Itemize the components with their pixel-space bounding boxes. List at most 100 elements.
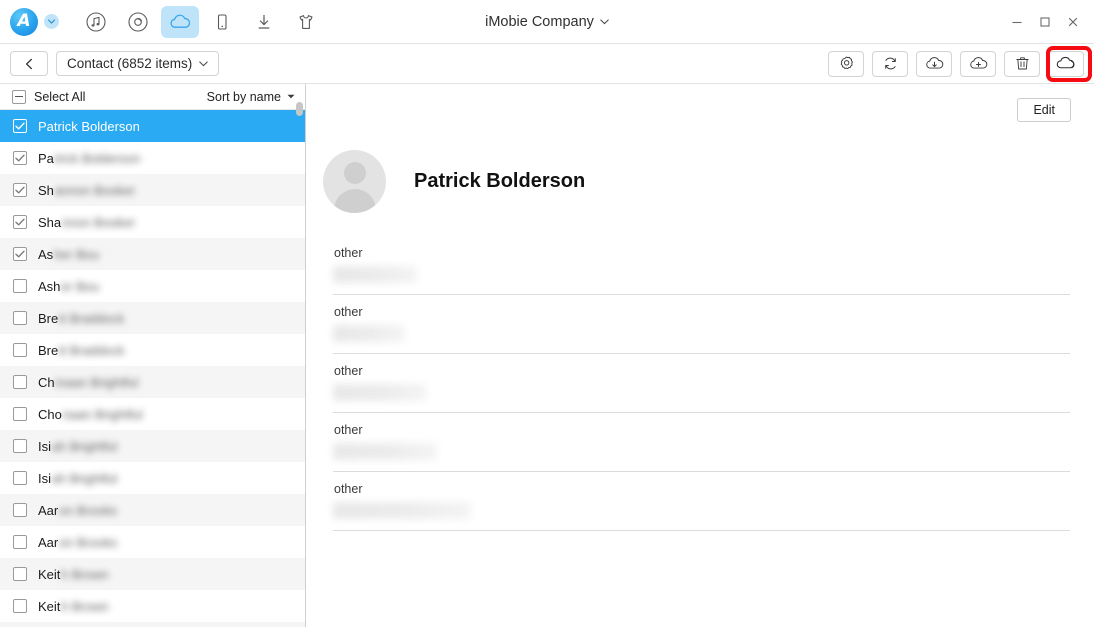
minimize-button[interactable] — [1004, 9, 1030, 35]
contact-header: Patrick Bolderson — [323, 150, 585, 213]
contact-list-item[interactable]: Shannon Booker — [0, 206, 305, 238]
contact-checkbox[interactable] — [13, 151, 27, 165]
contact-name-label: Patrick Bolderson — [38, 150, 141, 166]
imobie-anytrans-window: A iMobie Company Contact (6852 items) Se… — [0, 0, 1094, 627]
contact-checkbox[interactable] — [13, 215, 27, 229]
select-all-label: Select All — [34, 89, 86, 104]
contact-checkbox[interactable] — [13, 471, 27, 485]
contact-name: Patrick Bolderson — [414, 170, 586, 192]
contact-name-label: Aar on Brooks — [38, 502, 118, 518]
contact-list-item[interactable]: Shannon Booker — [0, 174, 305, 206]
contact-list-item[interactable]: Patrick Bolderson — [0, 142, 305, 174]
select-all-checkbox[interactable] — [12, 89, 26, 104]
contact-checkbox[interactable] — [13, 119, 27, 133]
contact-field-label: other — [334, 364, 363, 378]
contact-rows[interactable]: Patrick Bolderson Pa trick Bolderson Sh anno… — [0, 110, 305, 627]
tab-photos[interactable] — [119, 6, 157, 38]
contact-field: other — [333, 413, 1070, 472]
contact-list-item[interactable]: Keith Brown — [0, 558, 305, 590]
sort-caret-down-icon — [287, 94, 295, 99]
cloud-download-button[interactable] — [916, 50, 952, 77]
contact-list-scrollbar-thumb[interactable] — [296, 102, 303, 116]
contact-list-item[interactable]: Aar on Brooks — [0, 526, 305, 558]
contact-list-item[interactable]: Patrick Bolderson — [0, 110, 305, 142]
contact-list-item[interactable]: Ch inaan Brightful — [0, 366, 305, 398]
back-button[interactable] — [10, 51, 48, 76]
contact-field-label: other — [334, 482, 363, 496]
contact-list-scrollbar[interactable] — [296, 84, 304, 627]
contact-name-label: Shannon Booker — [38, 214, 136, 230]
contact-checkbox[interactable] — [13, 311, 27, 325]
contact-list-item[interactable]: Keith Brown — [0, 622, 305, 627]
title-chevron-down-icon[interactable] — [600, 18, 609, 25]
tab-music[interactable] — [77, 6, 115, 38]
tab-download[interactable] — [245, 6, 283, 38]
delete-button[interactable] — [1004, 50, 1040, 77]
breadcrumb-chevron-down-icon — [199, 60, 209, 66]
contact-checkbox[interactable] — [13, 535, 27, 549]
close-button[interactable] — [1060, 9, 1086, 35]
action-buttons — [828, 44, 1084, 83]
contact-checkbox[interactable] — [13, 599, 27, 613]
cloud-upload-button[interactable] — [960, 50, 996, 77]
contact-checkbox[interactable] — [13, 343, 27, 357]
select-all-control[interactable]: Select All — [12, 89, 86, 104]
contact-name-label: Aar on Brooks — [38, 534, 118, 550]
settings-button[interactable] — [828, 50, 864, 77]
contact-name-label: Keit h Brown — [38, 566, 109, 582]
contact-field: other — [333, 472, 1070, 531]
contact-name-label: Ch inaan Brightful — [38, 374, 139, 390]
contact-list-item[interactable]: Isi ah Brightful — [0, 430, 305, 462]
contact-list-item[interactable]: Bre tt Braddock — [0, 334, 305, 366]
contact-name-label: Shannon Booker — [38, 182, 136, 198]
contact-name-label: Keit h Brown — [38, 598, 109, 614]
icloud-button[interactable] — [1048, 50, 1084, 77]
contact-list-panel: Select All Sort by name Patrick Bolderso… — [0, 84, 306, 627]
contact-checkbox[interactable] — [13, 567, 27, 581]
contact-field-label: other — [334, 423, 363, 437]
contact-field-label: other — [334, 246, 363, 260]
contact-checkbox[interactable] — [13, 439, 27, 453]
contact-field: other — [333, 354, 1070, 413]
logo-dropdown-caret-icon[interactable] — [44, 14, 59, 29]
person-placeholder-icon — [323, 150, 386, 213]
edit-button[interactable]: Edit — [1017, 98, 1071, 122]
contact-field: other — [333, 236, 1070, 295]
contact-checkbox[interactable] — [13, 503, 27, 517]
contact-name-label: Isi ah Brightful — [38, 470, 118, 486]
contact-checkbox[interactable] — [13, 375, 27, 389]
tab-toolkit[interactable] — [287, 6, 325, 38]
contact-field-divider — [333, 530, 1070, 531]
contact-list-item[interactable]: Asher Bou — [0, 270, 305, 302]
contact-list-item[interactable]: Isi ah Brightful — [0, 462, 305, 494]
tab-cloud[interactable] — [161, 5, 199, 38]
contact-checkbox[interactable] — [13, 183, 27, 197]
contact-checkbox[interactable] — [13, 247, 27, 261]
contact-list-item[interactable]: Cho naan Brightful — [0, 398, 305, 430]
content-area: Select All Sort by name Patrick Bolderso… — [0, 84, 1094, 627]
contact-name-label: Patrick Bolderson — [38, 118, 140, 134]
contact-field: other — [333, 295, 1070, 354]
breadcrumb-contact-dropdown[interactable]: Contact (6852 items) — [56, 51, 220, 76]
contact-detail-panel: Edit Patrick Bolderson other other other ot… — [306, 84, 1094, 627]
maximize-button[interactable] — [1032, 9, 1058, 35]
sort-dropdown[interactable]: Sort by name — [207, 90, 295, 104]
contact-list-item[interactable]: Bre tt Braddock — [0, 302, 305, 334]
contact-name-label: Bre tt Braddock — [38, 310, 125, 326]
refresh-button[interactable] — [872, 50, 908, 77]
contact-list-item[interactable]: Keith Brown — [0, 590, 305, 622]
action-bar: Contact (6852 items) — [0, 44, 1094, 84]
breadcrumb-label: Contact (6852 items) — [67, 56, 193, 71]
contact-checkbox[interactable] — [13, 279, 27, 293]
contact-checkbox[interactable] — [13, 407, 27, 421]
contact-list-item[interactable]: Asher Bou — [0, 238, 305, 270]
app-logo-zone: A — [0, 7, 59, 36]
contact-list-item[interactable]: Aar on Brooks — [0, 494, 305, 526]
contact-name-label: Asher Bou — [38, 278, 100, 294]
contact-field-value-redacted — [333, 502, 471, 519]
contact-field-value-redacted — [333, 384, 426, 401]
contact-field-label: other — [334, 305, 363, 319]
contact-name-label: Isi ah Brightful — [38, 438, 118, 454]
contact-fields: other other other other other — [333, 236, 1070, 531]
tab-device[interactable] — [203, 6, 241, 38]
